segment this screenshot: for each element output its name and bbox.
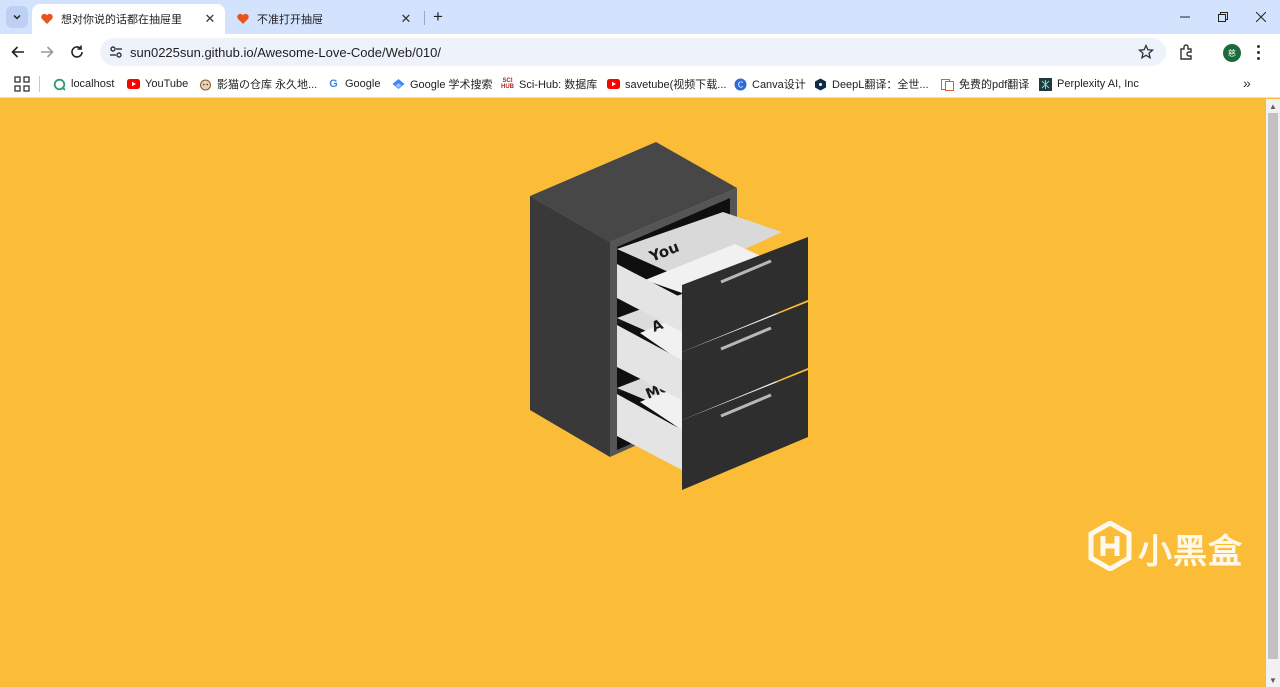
address-bar[interactable]: sun0225sun.github.io/Awesome-Love-Code/W… bbox=[100, 38, 1166, 66]
back-button[interactable] bbox=[5, 39, 31, 65]
heart-icon bbox=[237, 13, 249, 24]
bookmark-perplexity[interactable]: Perplexity AI, Inc bbox=[1039, 76, 1139, 92]
xiaoheihe-logo-icon bbox=[1088, 521, 1132, 571]
localhost-icon bbox=[53, 78, 66, 91]
xiaoheihe-watermark: 小黑盒 bbox=[1086, 519, 1251, 575]
pdf-icon bbox=[941, 78, 954, 91]
youtube-icon bbox=[607, 78, 620, 91]
tab-divider bbox=[424, 11, 425, 25]
tab-title: 不准打开抽屉 bbox=[257, 14, 323, 26]
scroll-up-icon[interactable]: ▲ bbox=[1269, 102, 1277, 111]
url-text[interactable]: sun0225sun.github.io/Awesome-Love-Code/W… bbox=[130, 45, 441, 60]
tab-inactive[interactable]: 不准打开抽屉 ✕ bbox=[228, 4, 421, 34]
watermark-text: 小黑盒 bbox=[1138, 532, 1243, 572]
close-window-button[interactable] bbox=[1246, 4, 1276, 30]
scroll-down-icon[interactable]: ▼ bbox=[1269, 676, 1277, 685]
chevron-down-icon bbox=[13, 14, 21, 20]
svg-text:C: C bbox=[738, 80, 744, 89]
drawer-cabinet[interactable]: Me A You bbox=[520, 140, 820, 500]
cabinet-left-side bbox=[530, 196, 610, 457]
restore-icon bbox=[1218, 12, 1228, 22]
profile-avatar[interactable]: 慈 bbox=[1223, 44, 1241, 62]
close-tab-icon[interactable]: ✕ bbox=[397, 10, 415, 28]
minimize-button[interactable] bbox=[1170, 4, 1200, 30]
extensions-icon[interactable] bbox=[1178, 43, 1196, 61]
bookmark-youtube[interactable]: YouTube bbox=[127, 76, 188, 92]
bookmark-label: Canva设计 bbox=[752, 79, 806, 91]
page-scrollbar[interactable]: ▲ ▼ bbox=[1266, 99, 1280, 687]
google-icon: G bbox=[329, 78, 338, 90]
bookmark-savetube[interactable]: savetube(视频下载... bbox=[607, 76, 726, 92]
bookmark-label: 免费的pdf翻译 bbox=[959, 79, 1030, 91]
bookmark-canva[interactable]: C Canva设计 bbox=[734, 76, 806, 92]
bookmarks-bar: localhost YouTube 影猫の仓库 永久地... G Google … bbox=[0, 70, 1280, 98]
bookmarks-divider bbox=[39, 76, 40, 92]
bookmark-label: DeepL翻译：全世... bbox=[832, 79, 929, 91]
scrollbar-thumb[interactable] bbox=[1268, 113, 1278, 659]
bookmark-deepl[interactable]: DeepL翻译：全世... bbox=[814, 76, 929, 92]
bookmark-localhost[interactable]: localhost bbox=[53, 76, 114, 92]
browser-toolbar: sun0225sun.github.io/Awesome-Love-Code/W… bbox=[0, 34, 1280, 70]
bookmark-label: localhost bbox=[71, 78, 115, 90]
cat-icon bbox=[199, 78, 212, 91]
bookmark-star-icon[interactable] bbox=[1138, 44, 1154, 60]
tab-strip: 想对你说的话都在抽屉里 ✕ 不准打开抽屉 ✕ + bbox=[0, 0, 1280, 34]
back-arrow-icon bbox=[11, 46, 24, 58]
deepl-icon bbox=[814, 78, 827, 91]
browser-menu-button[interactable] bbox=[1253, 43, 1263, 61]
bookmark-scihub[interactable]: SCI HUB Sci-Hub: 数据库 bbox=[501, 76, 597, 92]
youtube-icon bbox=[127, 78, 140, 91]
bookmark-label: Google 学术搜索 bbox=[410, 79, 493, 91]
bookmark-label: 影猫の仓库 永久地... bbox=[217, 79, 318, 91]
apps-grid-icon[interactable] bbox=[14, 76, 30, 92]
bookmark-label: YouTube bbox=[145, 78, 189, 90]
bookmark-pdf-translate[interactable]: 免费的pdf翻译 bbox=[941, 76, 1029, 92]
canva-icon: C bbox=[734, 78, 747, 91]
bookmark-google-scholar[interactable]: Google 学术搜索 bbox=[392, 76, 493, 92]
minimize-icon bbox=[1180, 16, 1190, 18]
more-bookmarks-icon[interactable]: » bbox=[1243, 75, 1251, 91]
tab-title: 想对你说的话都在抽屉里 bbox=[61, 14, 182, 26]
bookmark-google[interactable]: G Google bbox=[327, 76, 380, 92]
bookmark-cat-warehouse[interactable]: 影猫の仓库 永久地... bbox=[199, 76, 317, 92]
reload-icon bbox=[71, 45, 83, 58]
heart-icon bbox=[41, 13, 53, 24]
scholar-icon bbox=[392, 78, 405, 91]
new-tab-button[interactable]: + bbox=[428, 7, 448, 27]
forward-button[interactable] bbox=[34, 39, 60, 65]
tab-active[interactable]: 想对你说的话都在抽屉里 ✕ bbox=[32, 4, 225, 34]
site-settings-icon[interactable] bbox=[108, 44, 124, 60]
bookmark-label: Sci-Hub: 数据库 bbox=[519, 79, 598, 91]
forward-arrow-icon bbox=[41, 46, 54, 58]
restore-button[interactable] bbox=[1208, 4, 1238, 30]
bookmark-label: savetube(视频下载... bbox=[625, 79, 727, 91]
bookmark-label: Perplexity AI, Inc bbox=[1057, 78, 1139, 90]
scihub-icon: SCI HUB bbox=[501, 78, 514, 90]
close-tab-icon[interactable]: ✕ bbox=[201, 10, 219, 28]
reload-button[interactable] bbox=[64, 39, 90, 65]
tab-search-button[interactable] bbox=[6, 6, 28, 28]
close-icon bbox=[1256, 12, 1266, 22]
perplexity-icon bbox=[1039, 77, 1052, 91]
bookmark-label: Google bbox=[345, 78, 381, 90]
